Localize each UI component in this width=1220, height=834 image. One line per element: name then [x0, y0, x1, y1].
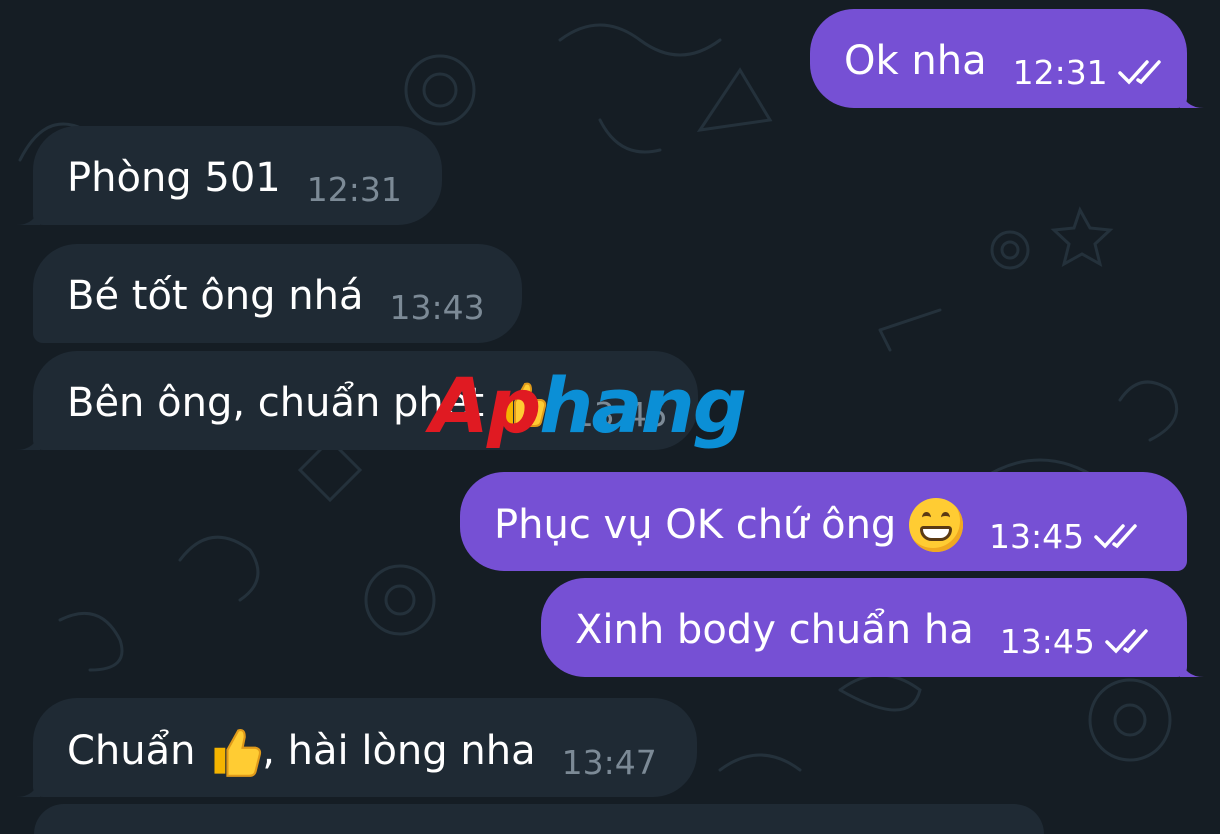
message-text: Bé tốt ông nhá — [67, 273, 364, 319]
message-bubble-incoming[interactable]: Chuẩn , hài lòng nha 13:47 — [33, 698, 697, 797]
message-time: 13:45 — [1000, 618, 1155, 666]
message-bubble-outgoing[interactable]: Xinh body chuẩn ha 13:45 — [541, 578, 1187, 677]
message-bubble-partial — [34, 804, 1044, 834]
message-bubble-incoming[interactable]: Bé tốt ông nhá 13:43 — [33, 244, 522, 343]
message-text: Phòng 501 — [67, 155, 281, 201]
message-bubble-outgoing[interactable]: Ok nha 12:31 — [810, 9, 1187, 108]
message-text: Ok nha — [844, 38, 987, 84]
message-time: 13:45 — [989, 513, 1144, 561]
grinning-face-icon — [909, 498, 964, 552]
message-text: Xinh body chuẩn ha — [575, 607, 974, 653]
message-text-after: , hài lòng nha — [262, 728, 536, 774]
bubble-tail-outgoing — [1180, 657, 1204, 677]
message-time: 13:43 — [389, 288, 485, 327]
thumbs-up-icon — [502, 382, 546, 427]
message-text: Phục vụ OK chứ ông — [494, 502, 897, 548]
bubble-tail-outgoing — [1180, 88, 1204, 108]
double-check-icon — [1105, 628, 1148, 654]
message-bubble-incoming[interactable]: Bên ông, chuẩn phết 13:45 — [33, 351, 698, 450]
message-time: 13:45 — [572, 395, 668, 434]
message-time: 12:31 — [306, 170, 402, 209]
message-text-before: Chuẩn — [67, 728, 196, 774]
double-check-icon — [1117, 59, 1161, 85]
bubble-tail-incoming — [16, 777, 40, 797]
message-bubble-outgoing[interactable]: Phục vụ OK chứ ông 13:45 — [460, 472, 1187, 571]
bubble-tail-incoming — [16, 430, 40, 450]
message-time: 13:47 — [561, 743, 657, 782]
message-text: Bên ông, chuẩn phết — [67, 380, 485, 426]
bubble-tail-incoming — [16, 205, 40, 225]
double-check-icon — [1094, 523, 1137, 549]
thumbs-up-icon — [214, 728, 262, 777]
message-time: 12:31 — [1013, 49, 1168, 97]
message-bubble-incoming[interactable]: Phòng 501 12:31 — [33, 126, 442, 225]
